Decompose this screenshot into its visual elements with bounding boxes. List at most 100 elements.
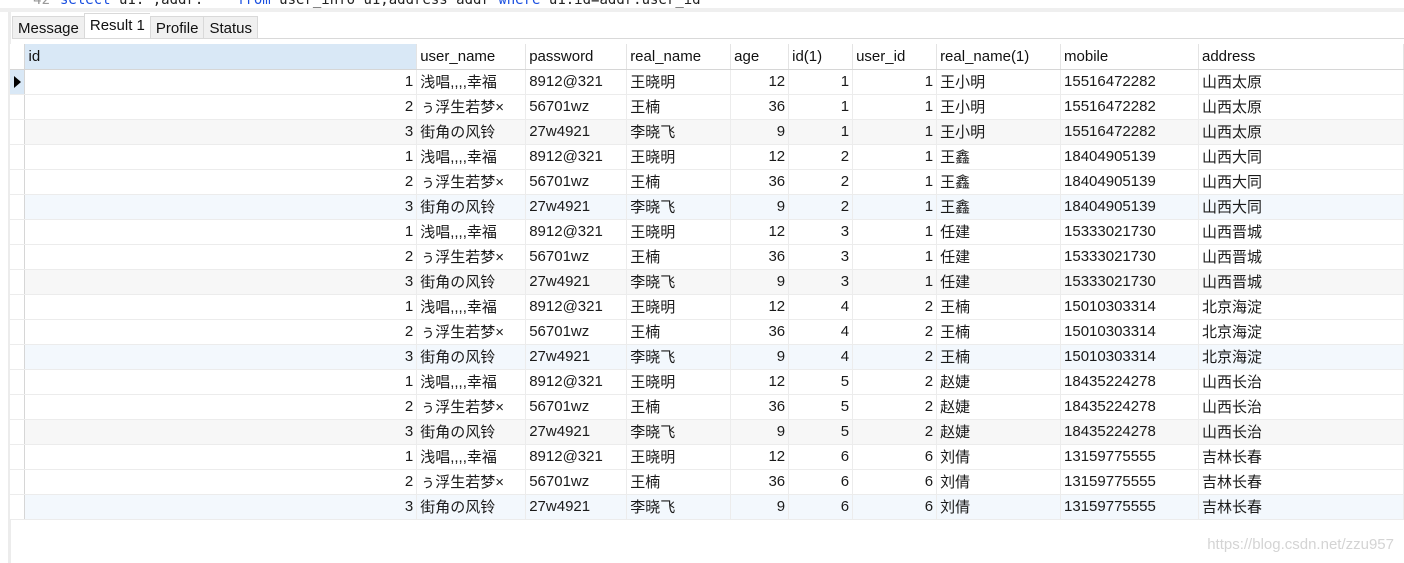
row-selector[interactable]: [10, 444, 26, 470]
cell-user_name[interactable]: 浅唱,,,,幸福: [416, 219, 527, 245]
table-row[interactable]: 2 ぅ浮生若梦× 56701wz 王楠 36 3 1 任建 15333021730 山西晋城: [10, 244, 1404, 270]
cell-real_name1[interactable]: 王鑫: [936, 169, 1062, 195]
table-row[interactable]: 2 ぅ浮生若梦× 56701wz 王楠 36 1 1 王小明 15516472282 山西太原: [10, 94, 1404, 120]
cell-real_name[interactable]: 李晓飞: [626, 494, 732, 520]
cell-user_id[interactable]: 1: [852, 169, 938, 195]
row-selector[interactable]: [10, 69, 26, 95]
cell-user_name[interactable]: 浅唱,,,,幸福: [416, 69, 527, 95]
cell-user_name[interactable]: ぅ浮生若梦×: [416, 244, 527, 270]
cell-id1[interactable]: 5: [788, 394, 854, 420]
cell-age[interactable]: 9: [730, 269, 790, 295]
column-header-real_name1[interactable]: real_name(1): [936, 44, 1062, 70]
cell-real_name1[interactable]: 任建: [936, 269, 1062, 295]
cell-user_id[interactable]: 1: [852, 144, 938, 170]
cell-real_name[interactable]: 王楠: [626, 169, 732, 195]
cell-id1[interactable]: 3: [788, 244, 854, 270]
cell-id[interactable]: 3: [24, 119, 418, 145]
cell-mobile[interactable]: 18404905139: [1060, 169, 1199, 195]
cell-real_name[interactable]: 王楠: [626, 94, 732, 120]
cell-password[interactable]: 27w4921: [525, 119, 628, 145]
cell-user_name[interactable]: 街角の风铃: [416, 419, 527, 445]
row-selector[interactable]: [10, 169, 26, 195]
column-header-id1[interactable]: id(1): [788, 44, 854, 70]
cell-id[interactable]: 2: [24, 94, 418, 120]
cell-address[interactable]: 山西太原: [1198, 119, 1404, 145]
cell-real_name1[interactable]: 王鑫: [936, 144, 1062, 170]
cell-password[interactable]: 27w4921: [525, 494, 628, 520]
row-selector[interactable]: [10, 294, 26, 320]
cell-real_name1[interactable]: 赵婕: [936, 394, 1062, 420]
row-selector[interactable]: [10, 394, 26, 420]
cell-id[interactable]: 1: [24, 369, 418, 395]
cell-real_name1[interactable]: 任建: [936, 219, 1062, 245]
cell-age[interactable]: 9: [730, 194, 790, 220]
cell-user_name[interactable]: 浅唱,,,,幸福: [416, 444, 527, 470]
column-header-user_name[interactable]: user_name: [416, 44, 527, 70]
cell-address[interactable]: 山西长治: [1198, 419, 1404, 445]
row-selector[interactable]: [10, 219, 26, 245]
cell-user_id[interactable]: 6: [852, 494, 938, 520]
cell-id1[interactable]: 5: [788, 369, 854, 395]
tab-result-1[interactable]: Result 1: [83, 13, 150, 39]
table-row[interactable]: 2 ぅ浮生若梦× 56701wz 王楠 36 2 1 王鑫 18404905139 山西大同: [10, 169, 1404, 195]
row-selector[interactable]: [10, 344, 26, 370]
cell-mobile[interactable]: 18404905139: [1060, 144, 1199, 170]
cell-user_id[interactable]: 6: [852, 444, 938, 470]
cell-password[interactable]: 27w4921: [525, 269, 628, 295]
cell-address[interactable]: 山西大同: [1198, 169, 1404, 195]
column-header-address[interactable]: address: [1198, 44, 1404, 70]
cell-real_name[interactable]: 王晓明: [626, 444, 732, 470]
cell-age[interactable]: 9: [730, 419, 790, 445]
cell-user_id[interactable]: 1: [852, 94, 938, 120]
table-row[interactable]: 3 街角の风铃 27w4921 李晓飞 9 3 1 任建 15333021730 山西晋城: [10, 269, 1404, 295]
cell-real_name[interactable]: 王晓明: [626, 219, 732, 245]
cell-address[interactable]: 山西长治: [1198, 394, 1404, 420]
row-selector[interactable]: [10, 94, 26, 120]
cell-address[interactable]: 山西太原: [1198, 94, 1404, 120]
cell-real_name[interactable]: 王楠: [626, 319, 732, 345]
cell-password[interactable]: 8912@321: [525, 444, 628, 470]
cell-address[interactable]: 吉林长春: [1198, 494, 1404, 520]
cell-mobile[interactable]: 18404905139: [1060, 194, 1199, 220]
cell-address[interactable]: 山西太原: [1198, 69, 1404, 95]
cell-id1[interactable]: 2: [788, 194, 854, 220]
cell-id1[interactable]: 1: [788, 94, 854, 120]
cell-mobile[interactable]: 15333021730: [1060, 219, 1199, 245]
cell-user_name[interactable]: 街角の风铃: [416, 119, 527, 145]
cell-age[interactable]: 36: [730, 169, 790, 195]
table-row[interactable]: 3 街角の风铃 27w4921 李晓飞 9 6 6 刘倩 13159775555 吉林长春: [10, 494, 1404, 520]
cell-id1[interactable]: 6: [788, 494, 854, 520]
column-header-user_id[interactable]: user_id: [852, 44, 938, 70]
column-header-password[interactable]: password: [525, 44, 628, 70]
cell-user_name[interactable]: 浅唱,,,,幸福: [416, 369, 527, 395]
cell-age[interactable]: 9: [730, 344, 790, 370]
cell-mobile[interactable]: 15516472282: [1060, 94, 1199, 120]
cell-id1[interactable]: 2: [788, 144, 854, 170]
cell-password[interactable]: 56701wz: [525, 394, 628, 420]
column-header-age[interactable]: age: [730, 44, 790, 70]
cell-age[interactable]: 12: [730, 369, 790, 395]
cell-id1[interactable]: 6: [788, 469, 854, 495]
cell-user_name[interactable]: 街角の风铃: [416, 269, 527, 295]
table-row[interactable]: 1 浅唱,,,,幸福 8912@321 王晓明 12 1 1 王小明 15516472282 山西…: [10, 69, 1404, 95]
cell-password[interactable]: 8912@321: [525, 69, 628, 95]
row-selector[interactable]: [10, 494, 26, 520]
cell-real_name[interactable]: 李晓飞: [626, 269, 732, 295]
cell-id[interactable]: 3: [24, 494, 418, 520]
cell-address[interactable]: 吉林长春: [1198, 444, 1404, 470]
cell-age[interactable]: 12: [730, 144, 790, 170]
cell-real_name1[interactable]: 王鑫: [936, 194, 1062, 220]
tab-status[interactable]: Status: [203, 16, 258, 39]
cell-real_name[interactable]: 王楠: [626, 394, 732, 420]
cell-user_name[interactable]: ぅ浮生若梦×: [416, 394, 527, 420]
cell-age[interactable]: 36: [730, 469, 790, 495]
cell-id[interactable]: 1: [24, 444, 418, 470]
cell-id[interactable]: 3: [24, 269, 418, 295]
sql-query-text[interactable]: select u1.*,addr.* from user_info u1,add…: [60, 0, 701, 8]
cell-real_name1[interactable]: 刘倩: [936, 469, 1062, 495]
cell-password[interactable]: 8912@321: [525, 294, 628, 320]
cell-user_id[interactable]: 1: [852, 244, 938, 270]
table-row[interactable]: 2 ぅ浮生若梦× 56701wz 王楠 36 6 6 刘倩 13159775555 吉林长春: [10, 469, 1404, 495]
cell-real_name[interactable]: 王晓明: [626, 69, 732, 95]
cell-id[interactable]: 1: [24, 219, 418, 245]
